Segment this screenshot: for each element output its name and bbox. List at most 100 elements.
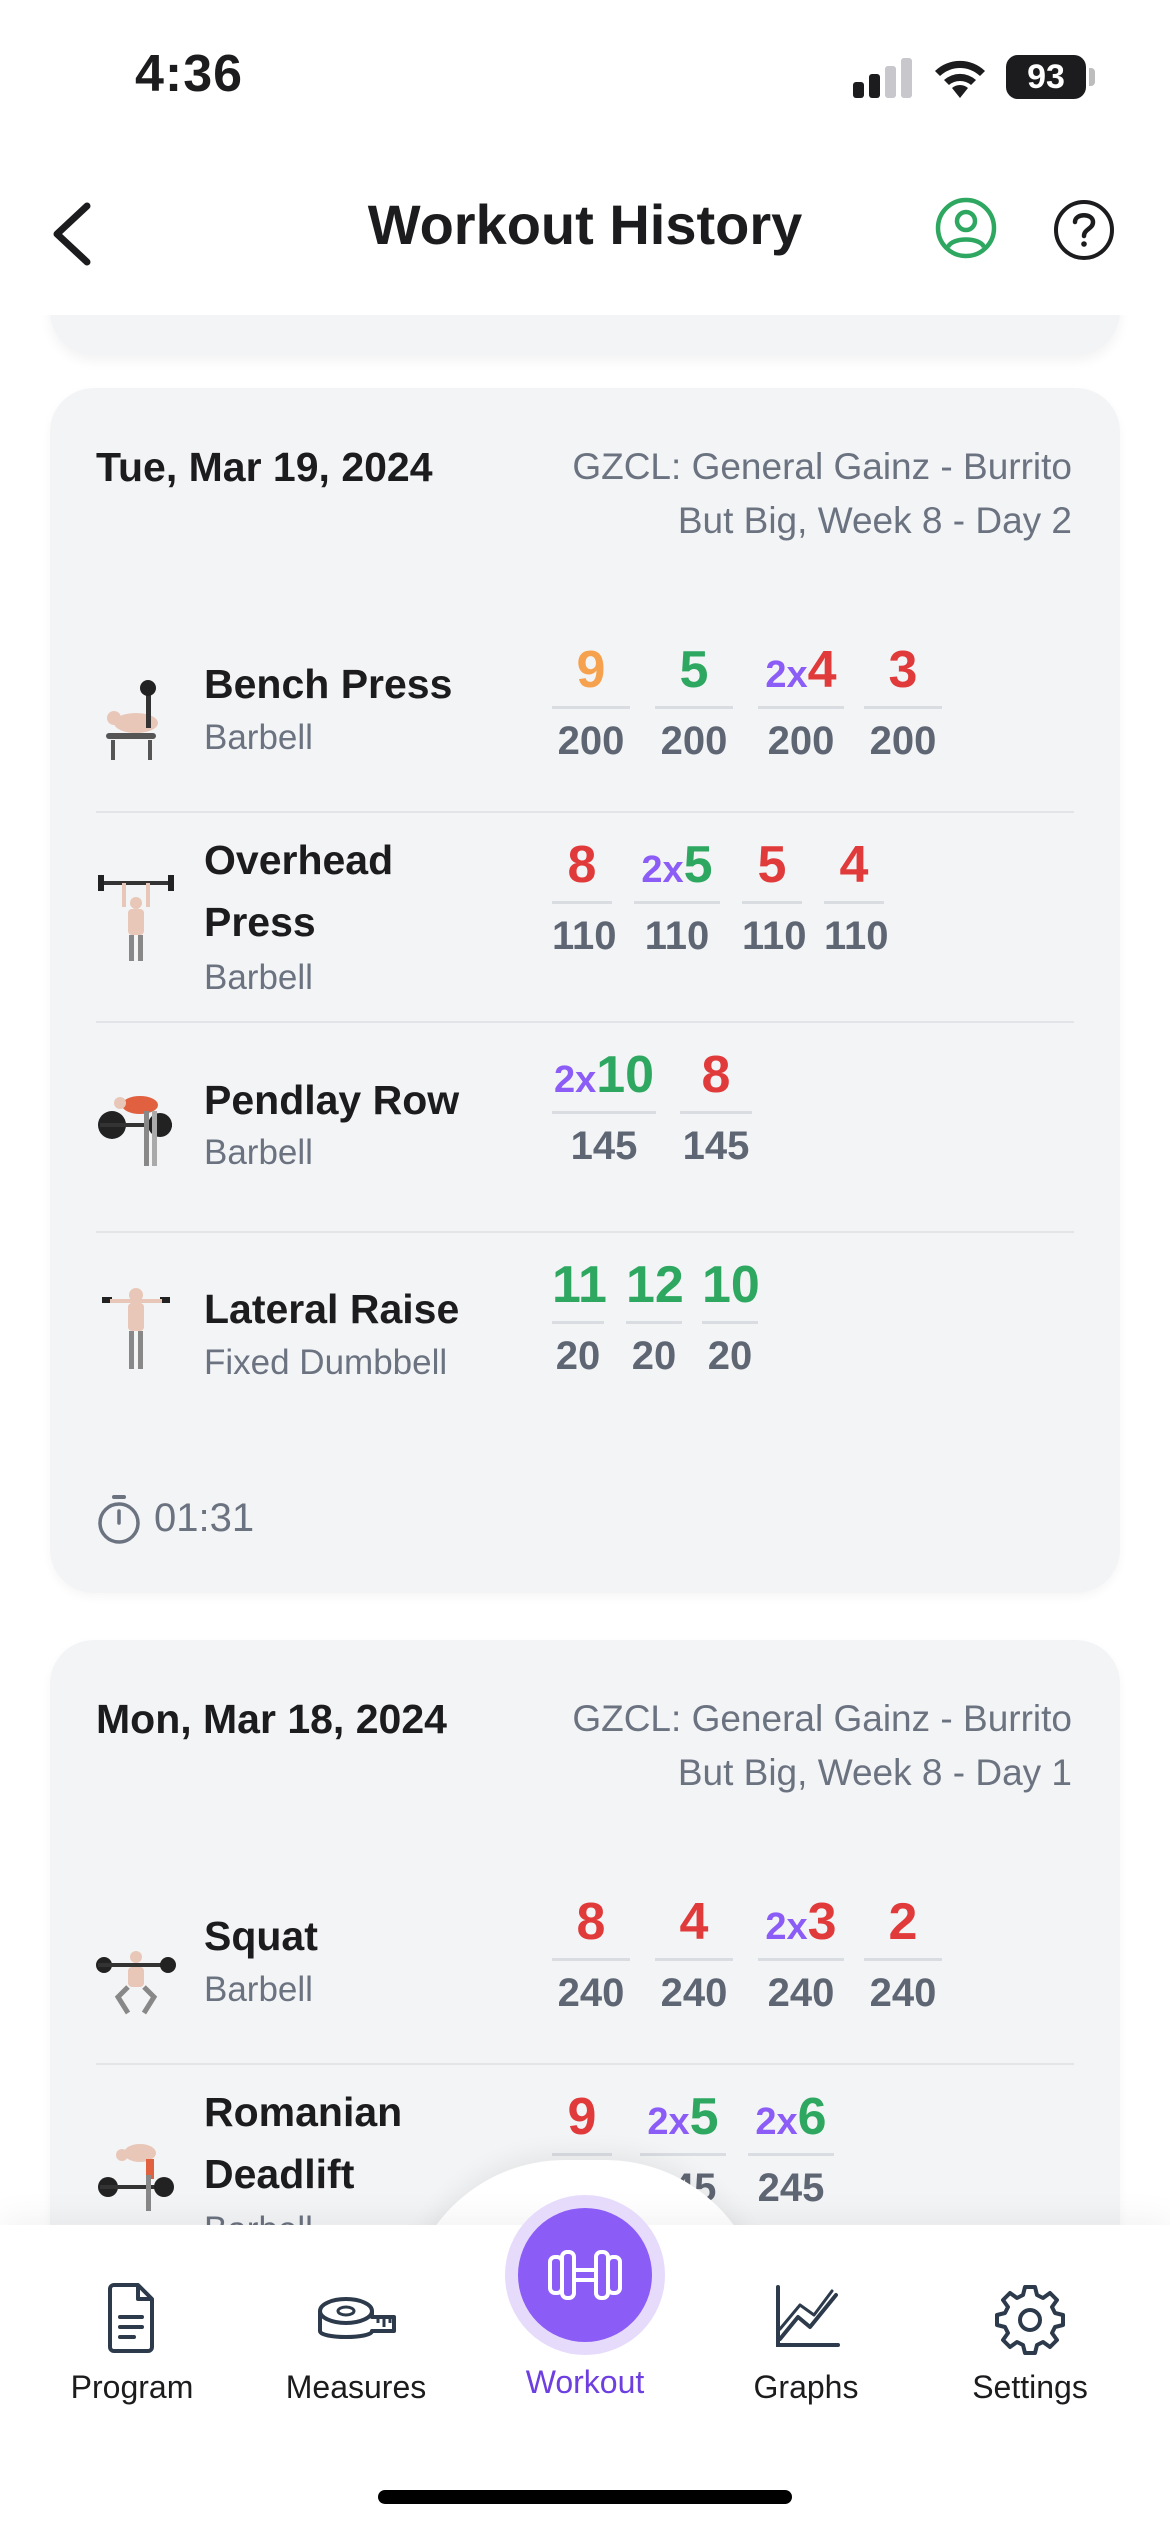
set-reps: 5	[757, 836, 787, 894]
set-item: 11 20	[552, 1255, 607, 1379]
tab-settings[interactable]: Settings	[920, 2277, 1140, 2406]
set-reps: 5	[683, 836, 713, 894]
battery-tip	[1089, 68, 1095, 86]
set-divider	[864, 1958, 942, 1961]
workout-history-list[interactable]: Tue, Mar 19, 2024 GZCL: General Gainz - …	[0, 315, 1170, 2225]
set-weight: 110	[824, 914, 889, 958]
document-icon	[108, 2283, 154, 2353]
set-divider	[626, 1321, 682, 1324]
workout-button[interactable]	[518, 2208, 652, 2342]
overhead-press-icon	[98, 875, 174, 961]
set-reps: 4	[807, 641, 837, 699]
exercise-row[interactable]: Pendlay Row Barbell 2x10 145 8 145	[96, 1023, 1074, 1233]
previous-workout-card[interactable]	[50, 315, 1120, 355]
profile-icon[interactable]	[934, 196, 998, 260]
set-item: 2x6 245	[748, 2087, 834, 2211]
exercise-name: Pendlay Row	[204, 1077, 460, 1123]
set-item: 2 240	[864, 1892, 942, 2016]
set-divider	[552, 901, 612, 904]
set-reps: 10	[596, 1046, 655, 1104]
exercise-row[interactable]: Bench Press Barbell 9 200 5 200 2x4 200 …	[96, 633, 1074, 813]
exercise-name: Squat	[204, 1913, 318, 1959]
help-icon[interactable]	[1052, 198, 1116, 262]
set-weight: 110	[742, 914, 807, 958]
set-reps: 2	[888, 1893, 918, 1951]
cellular-signal-icon	[853, 58, 913, 98]
set-weight: 110	[644, 914, 710, 958]
set-weight: 20	[707, 1334, 753, 1378]
tab-workout-label: Workout	[525, 2364, 645, 2400]
set-item: 5 110	[742, 835, 807, 959]
set-weight: 200	[767, 719, 835, 763]
exercise-name: Romanian Deadlift	[204, 2089, 403, 2197]
status-time: 4:36	[135, 45, 244, 103]
exercise-name: Overhead Press	[204, 837, 394, 945]
set-divider	[552, 1321, 604, 1324]
set-reps: 8	[567, 836, 597, 894]
gear-icon	[995, 2285, 1065, 2355]
pendlay-row-icon	[98, 1096, 172, 1166]
exercise-equipment: Barbell	[204, 718, 313, 757]
tab-measures[interactable]: Measures	[246, 2277, 466, 2406]
set-reps: 8	[701, 1046, 731, 1104]
set-divider	[824, 901, 884, 904]
set-multiplier: 2x	[765, 654, 808, 696]
set-divider	[864, 706, 942, 709]
graph-icon	[776, 2285, 840, 2347]
set-divider	[655, 1958, 733, 1961]
wifi-icon	[935, 60, 985, 98]
set-reps: 4	[839, 836, 869, 894]
set-reps: 10	[702, 1256, 760, 1314]
workout-duration-text: 01:31	[154, 1496, 255, 1540]
exercise-equipment: Barbell	[204, 958, 313, 997]
tab-program[interactable]: Program	[22, 2277, 242, 2406]
exercise-equipment: Barbell	[204, 1970, 313, 2009]
exercise-name: Bench Press	[204, 661, 453, 707]
set-divider	[640, 2153, 726, 2156]
tab-workout[interactable]	[505, 2195, 665, 2355]
measuring-tape-icon	[318, 2297, 396, 2339]
set-item: 3 200	[864, 640, 942, 764]
workout-program: GZCL: General Gainz - Burrito But Big, W…	[572, 1698, 1072, 1793]
set-reps: 9	[567, 2088, 597, 2146]
set-divider	[758, 1958, 844, 1961]
tab-program-label: Program	[70, 2369, 194, 2405]
set-divider	[552, 706, 630, 709]
bench-press-icon	[106, 680, 158, 760]
set-item: 8 110	[552, 835, 617, 959]
set-divider	[748, 2153, 834, 2156]
workout-card[interactable]: Mon, Mar 18, 2024 GZCL: General Gainz - …	[50, 1640, 1120, 2225]
workout-card[interactable]: Tue, Mar 19, 2024 GZCL: General Gainz - …	[50, 388, 1120, 1593]
set-weight: 110	[552, 914, 617, 958]
set-divider	[758, 706, 844, 709]
exercise-row[interactable]: Squat Barbell 8 240 4 240 2x3 240 2 240	[96, 1885, 1074, 2065]
exercise-row[interactable]: Lateral Raise Fixed Dumbbell 11 20 12 20…	[96, 1233, 1074, 1413]
set-divider	[702, 1321, 758, 1324]
set-reps: 4	[679, 1893, 709, 1951]
exercise-row[interactable]: Overhead Press Barbell 8 110 2x5 110 5 1…	[96, 813, 1074, 1023]
set-divider	[552, 2153, 612, 2156]
set-weight: 145	[682, 1124, 750, 1168]
set-weight: 200	[660, 719, 728, 763]
set-item: 2x5 110	[634, 835, 720, 959]
set-multiplier: 2x	[755, 2101, 798, 2143]
set-multiplier: 2x	[765, 1906, 808, 1948]
tab-graphs[interactable]: Graphs	[696, 2277, 916, 2406]
set-item: 4 110	[824, 835, 889, 959]
workout-date: Mon, Mar 18, 2024	[96, 1696, 447, 1742]
set-weight: 200	[869, 719, 937, 763]
tab-settings-label: Settings	[972, 2369, 1088, 2405]
set-multiplier: 2x	[641, 849, 684, 891]
set-reps: 5	[689, 2088, 719, 2146]
exercise-equipment: Barbell	[204, 1133, 313, 1172]
set-divider	[680, 1111, 752, 1114]
set-divider	[634, 901, 720, 904]
set-reps: 3	[888, 641, 918, 699]
romanian-deadlift-icon	[98, 2144, 174, 2211]
set-weight: 20	[631, 1334, 677, 1378]
set-item: 5 200	[655, 640, 733, 764]
tab-measures-label: Measures	[285, 2369, 427, 2405]
set-weight: 240	[660, 1971, 728, 2015]
set-divider	[552, 1958, 630, 1961]
header: Workout History	[0, 150, 1170, 315]
